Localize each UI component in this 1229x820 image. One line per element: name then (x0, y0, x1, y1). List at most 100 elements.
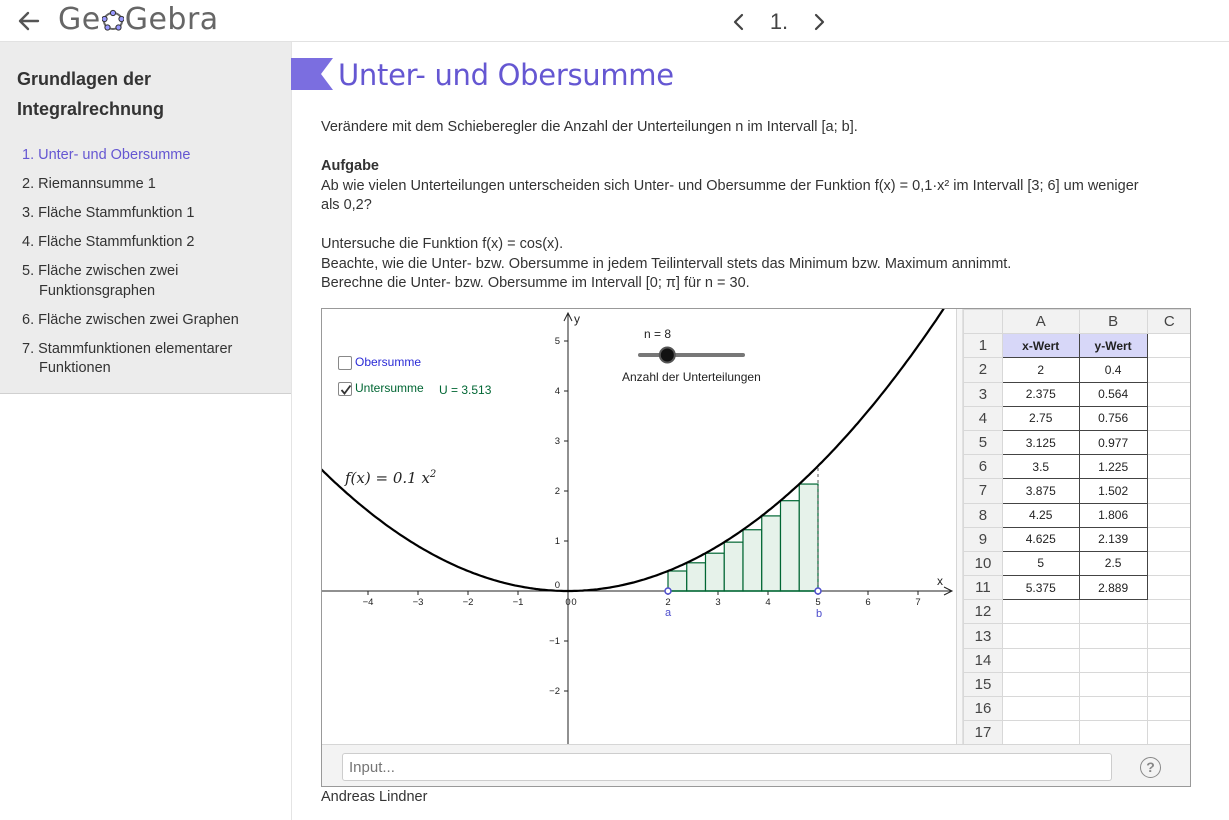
slider-knob[interactable] (658, 346, 676, 364)
help-button[interactable]: ? (1140, 757, 1161, 778)
cell-b[interactable] (1078, 695, 1148, 722)
row-header[interactable]: 7 (963, 478, 1003, 504)
chevron-right-icon[interactable] (808, 10, 830, 34)
graphics-view[interactable]: x y −4 −3 −2 −1 0 2 3 4 5 6 7 −2 −1 1 2 3 4 5 0 0 a b Obersumme… (322, 309, 956, 744)
cell-a[interactable] (1001, 623, 1080, 649)
sidebar-item-unter-obersumme[interactable]: 1. Unter- und Obersumme (22, 146, 282, 166)
cell-a[interactable] (1001, 671, 1080, 698)
row-header[interactable]: 3 (963, 381, 1003, 407)
column-header-c[interactable]: C (1146, 309, 1190, 335)
cell-c[interactable] (1146, 599, 1190, 625)
top-bar: Ge Gebra 1. (0, 0, 1229, 42)
function-label: f(x) = 0.1 x2 (345, 469, 436, 487)
table-row: 16 (963, 695, 1190, 722)
geogebra-logo[interactable]: Ge Gebra (58, 2, 219, 37)
cell-c[interactable] (1146, 526, 1190, 552)
row-header[interactable]: 17 (963, 720, 1003, 746)
column-header-a[interactable]: A (1001, 309, 1080, 335)
cell-c[interactable] (1146, 429, 1190, 456)
spreadsheet-view[interactable]: A B C 1 x-Wert y-Wert 2 2 0.4 3 2.375 0.564 4 2.75 0.7… (956, 309, 1190, 746)
cell-a[interactable]: 3.875 (1001, 478, 1080, 504)
cell-b[interactable] (1078, 623, 1148, 649)
sidebar-item-flaeche-stammfunktion-2[interactable]: 4. Fläche Stammfunktion 2 (22, 233, 282, 253)
sidebar-item-flaeche-stammfunktion-1[interactable]: 3. Fläche Stammfunktion 1 (22, 204, 282, 224)
cell-c[interactable] (1146, 478, 1190, 504)
row-header[interactable]: 11 (963, 575, 1003, 601)
cell-b[interactable]: 1.225 (1078, 454, 1148, 480)
cell-a[interactable]: 5.375 (1001, 575, 1080, 601)
cell-b[interactable]: 0.4 (1078, 357, 1148, 383)
sidebar-item-flaeche-graphen[interactable]: 6. Fläche zwischen zwei Graphen (22, 311, 282, 331)
table-row: 17 (963, 720, 1190, 746)
cell-b[interactable]: 0.564 (1078, 381, 1148, 407)
row-header[interactable]: 16 (963, 695, 1003, 722)
cell-a[interactable] (1001, 720, 1080, 746)
logo-text-end: Gebra (124, 2, 219, 37)
chevron-left-icon[interactable] (728, 10, 750, 34)
cell-a[interactable]: 2.375 (1001, 381, 1080, 407)
cell-c[interactable] (1146, 575, 1190, 601)
cell-b[interactable]: 2.139 (1078, 526, 1148, 552)
row-header[interactable]: 8 (963, 502, 1003, 528)
obersumme-label[interactable]: Obersumme (355, 355, 421, 369)
row-header[interactable]: 6 (963, 454, 1003, 480)
sidebar-item-riemannsumme[interactable]: 2. Riemannsumme 1 (22, 175, 282, 195)
row-header[interactable]: 1 (963, 333, 1003, 359)
back-arrow-icon[interactable] (16, 8, 42, 34)
row-header[interactable]: 4 (963, 405, 1003, 431)
row-header[interactable]: 10 (963, 550, 1003, 577)
cell-b[interactable]: 1.502 (1078, 478, 1148, 504)
cell-a[interactable] (1001, 695, 1080, 722)
cell-b[interactable]: 2.5 (1078, 550, 1148, 577)
cell-b[interactable] (1078, 599, 1148, 625)
cell-c[interactable] (1146, 647, 1190, 673)
cell-b[interactable]: 0.977 (1078, 429, 1148, 456)
cell-c[interactable] (1146, 720, 1190, 746)
lower-sum-bar (779, 500, 800, 592)
cell-b[interactable] (1078, 671, 1148, 698)
cell-b[interactable]: 2.889 (1078, 575, 1148, 601)
cell-c[interactable] (1146, 695, 1190, 722)
cell-b[interactable]: 0.756 (1078, 405, 1148, 431)
cell-c[interactable] (1146, 357, 1190, 383)
cell-a[interactable]: 4.625 (1001, 526, 1080, 552)
cell-a[interactable]: 3.125 (1001, 429, 1080, 456)
column-header-b[interactable]: B (1078, 309, 1148, 335)
row-header[interactable]: 2 (963, 357, 1003, 383)
algebra-input[interactable] (342, 753, 1112, 781)
sidebar-item-flaeche-funktionsgraphen[interactable]: 5. Fläche zwischen zwei Funktionsgraphen (22, 262, 282, 301)
checkbox-untersumme[interactable] (338, 382, 352, 396)
cell-c[interactable] (1146, 454, 1190, 480)
row-header[interactable]: 14 (963, 647, 1003, 673)
cell-a[interactable]: x-Wert (1001, 333, 1080, 359)
untersumme-label[interactable]: Untersumme (355, 381, 424, 395)
sidebar-item-stammfunktionen[interactable]: 7. Stammfunktionen elementarer Funktione… (22, 340, 282, 379)
cell-a[interactable]: 5 (1001, 550, 1080, 577)
cell-c[interactable] (1146, 381, 1190, 407)
cell-b[interactable]: 1.806 (1078, 502, 1148, 528)
cell-a[interactable] (1001, 647, 1080, 673)
cell-a[interactable]: 2 (1001, 357, 1080, 383)
column-header-row: ABC (963, 309, 1190, 335)
cell-a[interactable]: 3.5 (1001, 454, 1080, 480)
cell-c[interactable] (1146, 550, 1190, 577)
cell-a[interactable]: 2.75 (1001, 405, 1080, 431)
spreadsheet-table[interactable]: A B C 1 x-Wert y-Wert 2 2 0.4 3 2.375 0.564 4 2.75 0.7… (963, 309, 1190, 746)
cell-c[interactable] (1146, 623, 1190, 649)
row-header[interactable]: 9 (963, 526, 1003, 552)
cell-a[interactable] (1001, 599, 1080, 625)
cell-c[interactable] (1146, 671, 1190, 698)
cell-c[interactable] (1146, 405, 1190, 431)
row-header[interactable]: 15 (963, 671, 1003, 698)
row-header[interactable]: 13 (963, 623, 1003, 649)
checkbox-obersumme[interactable] (338, 356, 352, 370)
row-header[interactable]: 5 (963, 429, 1003, 456)
cell-b[interactable] (1078, 647, 1148, 673)
cell-b[interactable]: y-Wert (1078, 333, 1148, 359)
cell-b[interactable] (1078, 720, 1148, 746)
row-header[interactable]: 12 (963, 599, 1003, 625)
cell-c[interactable] (1146, 502, 1190, 528)
table-row: 15 (963, 671, 1190, 698)
cell-a[interactable]: 4.25 (1001, 502, 1080, 528)
cell-c[interactable] (1146, 333, 1190, 359)
